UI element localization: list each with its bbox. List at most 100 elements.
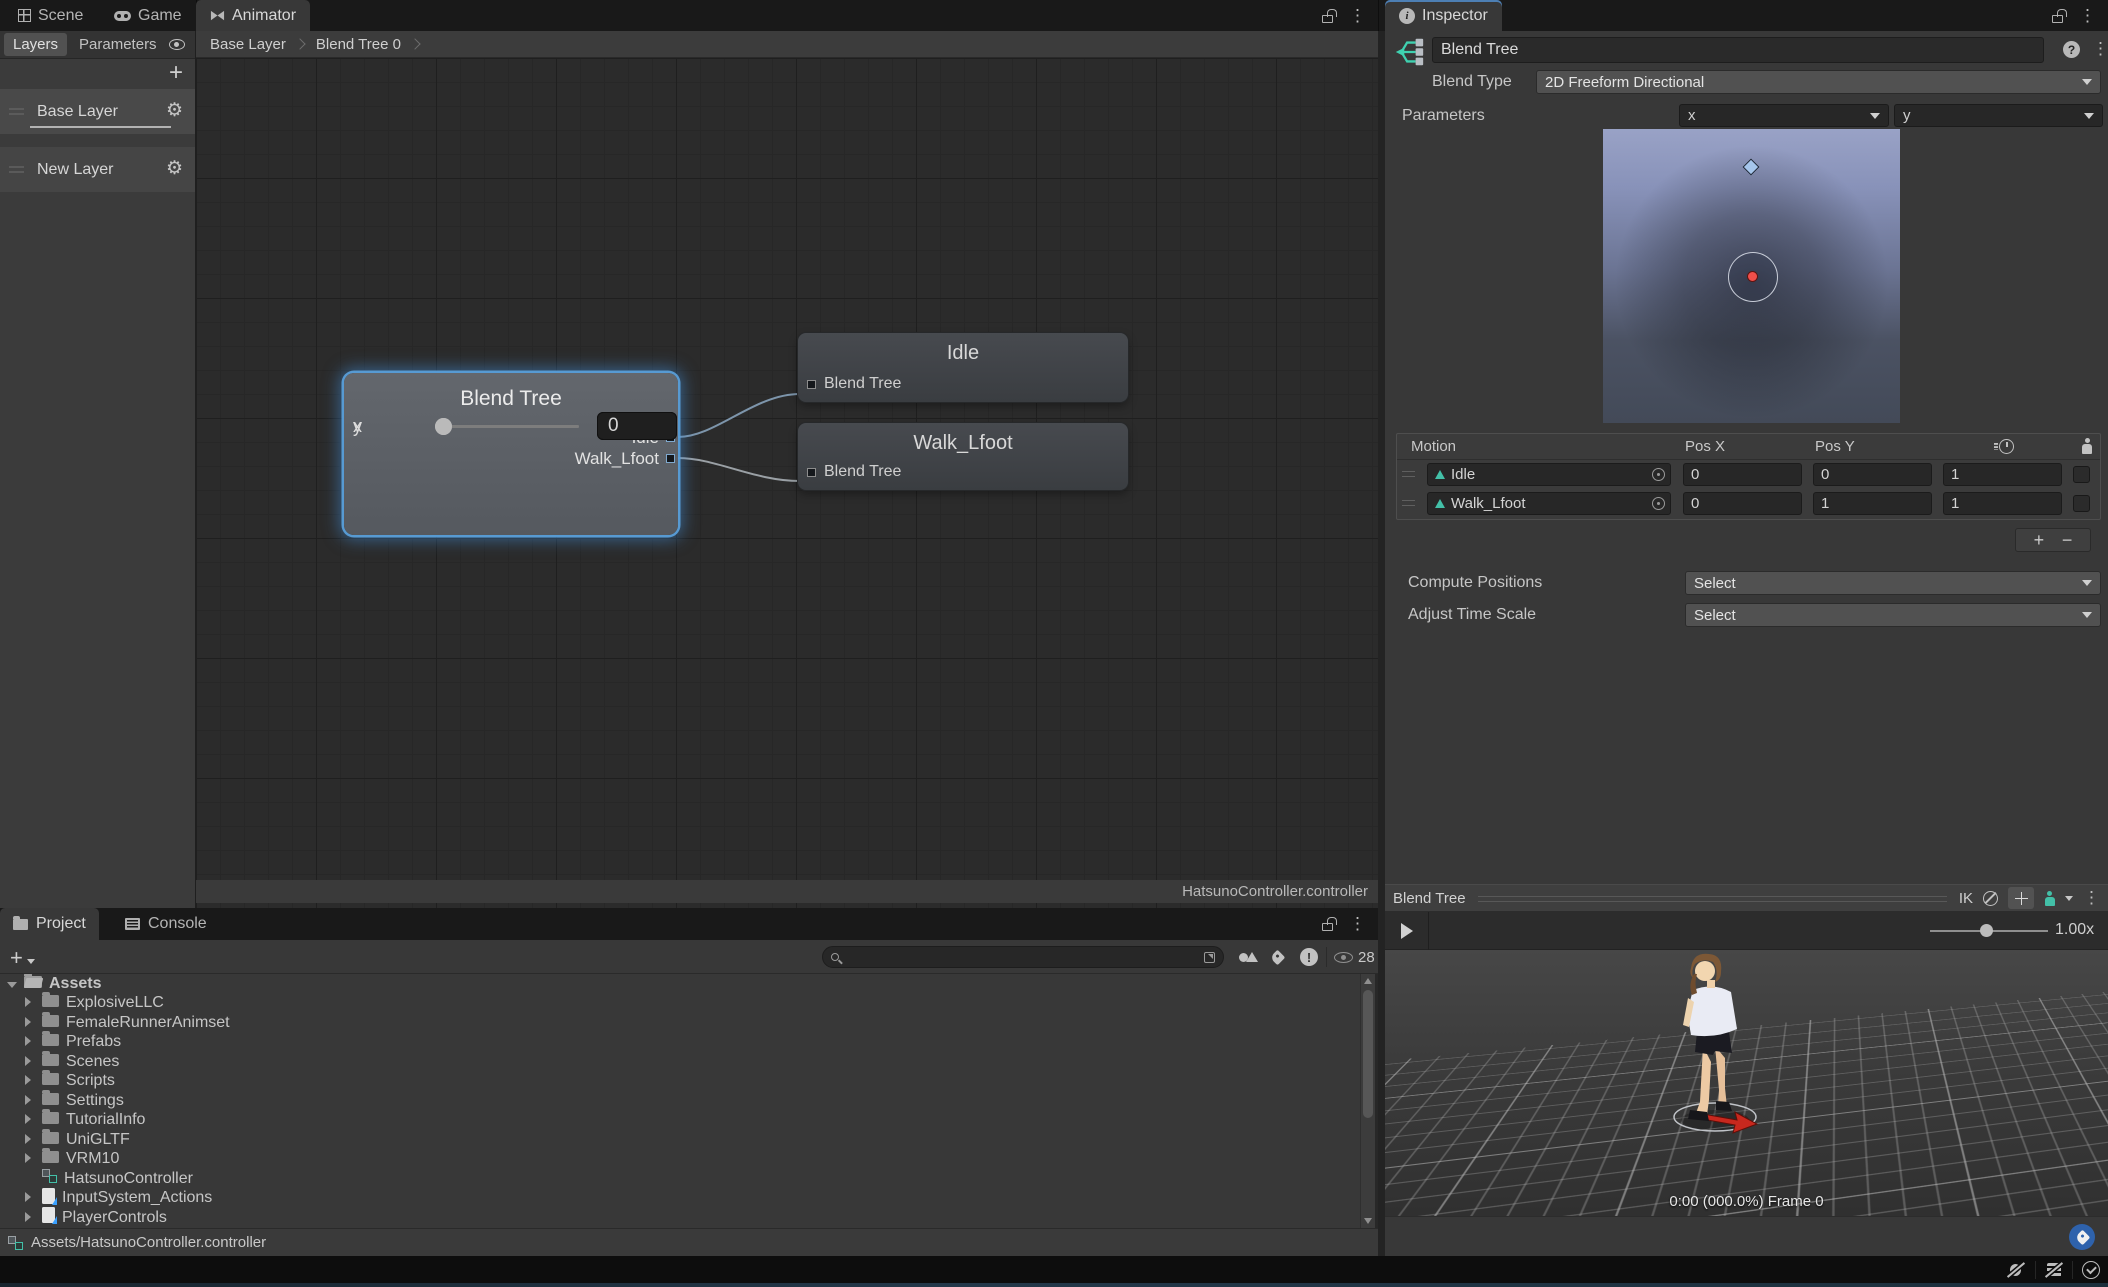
kebab-menu-icon[interactable]: ⋮ bbox=[1349, 914, 1366, 934]
scroll-up-arrow[interactable] bbox=[1364, 978, 1372, 984]
speed-field[interactable]: 1 bbox=[1943, 463, 2062, 486]
expand-arrow[interactable] bbox=[25, 1111, 36, 1129]
object-picker-icon[interactable] bbox=[1652, 497, 1665, 510]
input-port[interactable] bbox=[807, 468, 816, 477]
breadcrumb-item[interactable]: Base Layer bbox=[210, 36, 316, 53]
blend-tree-node[interactable]: Blend Tree Idle Walk_Lfoot x 0 bbox=[344, 373, 678, 535]
unlock-icon[interactable] bbox=[2052, 15, 2063, 23]
motion-point-marker[interactable] bbox=[1742, 158, 1759, 175]
avatar-icon[interactable] bbox=[2044, 891, 2055, 906]
open-search-window-icon[interactable] bbox=[1204, 952, 1215, 963]
layer-item[interactable]: New Layer ⚙ bbox=[0, 147, 195, 192]
expand-arrow[interactable] bbox=[25, 994, 36, 1012]
hidden-count[interactable]: 28 bbox=[1334, 949, 1375, 966]
expand-arrow[interactable] bbox=[25, 1209, 36, 1227]
pos-x-field[interactable]: 0 bbox=[1683, 492, 1802, 515]
pos-x-field[interactable]: 0 bbox=[1683, 463, 1802, 486]
mirror-checkbox[interactable] bbox=[2073, 466, 2090, 483]
expand-arrow[interactable] bbox=[7, 975, 18, 993]
motion-object-field[interactable]: Walk_Lfoot bbox=[1427, 492, 1671, 515]
parameter-y-dropdown[interactable]: y bbox=[1894, 104, 2103, 127]
add-motion-button[interactable]: + bbox=[2034, 530, 2045, 551]
ik-toggle[interactable]: IK bbox=[1959, 890, 1973, 907]
kebab-menu-icon[interactable]: ⋮ bbox=[2092, 39, 2108, 59]
mirror-checkbox[interactable] bbox=[2073, 495, 2090, 512]
search-by-label-button[interactable] bbox=[1264, 947, 1290, 967]
output-port[interactable] bbox=[666, 454, 675, 463]
tree-row[interactable]: UniGLTF bbox=[0, 1130, 1360, 1150]
tab-console[interactable]: Console bbox=[112, 908, 220, 940]
state-node[interactable]: Walk_Lfoot Blend Tree bbox=[798, 423, 1128, 490]
expand-arrow[interactable] bbox=[25, 1189, 36, 1207]
tree-row[interactable]: InputSystem_Actions bbox=[0, 1189, 1360, 1209]
unlock-icon[interactable] bbox=[1322, 923, 1333, 931]
chevron-down-icon[interactable] bbox=[2065, 896, 2073, 901]
preview-3d-viewport[interactable]: 0:00 (000.0%) Frame 0 bbox=[1385, 950, 2108, 1216]
create-asset-button[interactable]: + bbox=[10, 945, 35, 971]
drag-area[interactable] bbox=[1478, 896, 1947, 902]
search-input[interactable] bbox=[845, 949, 1198, 965]
tab-animator[interactable]: Animator bbox=[196, 0, 310, 31]
motion-object-field[interactable]: Idle bbox=[1427, 463, 1671, 486]
drag-handle-icon[interactable] bbox=[1402, 471, 1415, 477]
drag-handle-icon[interactable] bbox=[9, 108, 24, 115]
compute-positions-dropdown[interactable]: Select bbox=[1685, 571, 2101, 595]
asset-label-button[interactable] bbox=[2069, 1224, 2095, 1250]
play-button[interactable] bbox=[1385, 912, 1429, 950]
panel-splitter[interactable] bbox=[1378, 31, 1385, 1256]
tree-row[interactable]: Prefabs bbox=[0, 1033, 1360, 1053]
tree-row[interactable]: Assets bbox=[0, 974, 1360, 994]
drag-handle-icon[interactable] bbox=[9, 166, 24, 173]
tab-inspector[interactable]: i Inspector bbox=[1385, 0, 1502, 31]
2d-disabled-toggle[interactable] bbox=[1983, 891, 1998, 906]
drag-handle-icon[interactable] bbox=[1402, 500, 1415, 506]
expand-arrow[interactable] bbox=[25, 1014, 36, 1032]
importance-filter-button[interactable]: ! bbox=[1296, 947, 1322, 967]
slider-knob[interactable] bbox=[1980, 924, 1993, 937]
object-name-field[interactable]: Blend Tree bbox=[1432, 37, 2044, 63]
tab-layers[interactable]: Layers bbox=[4, 33, 67, 56]
tree-row[interactable]: Settings bbox=[0, 1091, 1360, 1111]
tab-project[interactable]: Project bbox=[0, 908, 99, 940]
layer-item[interactable]: Base Layer ⚙ bbox=[0, 89, 195, 134]
eye-icon[interactable] bbox=[169, 39, 185, 50]
kebab-menu-icon[interactable]: ⋮ bbox=[1349, 6, 1366, 26]
param-slider[interactable] bbox=[443, 425, 579, 428]
cache-disabled-icon[interactable] bbox=[2045, 1262, 2063, 1278]
blend-space-diagram[interactable] bbox=[1603, 129, 1900, 423]
blend-type-dropdown[interactable]: 2D Freeform Directional bbox=[1536, 70, 2101, 94]
speed-field[interactable]: 1 bbox=[1943, 492, 2062, 515]
expand-arrow[interactable] bbox=[25, 1150, 36, 1168]
kebab-menu-icon[interactable]: ⋮ bbox=[2083, 888, 2100, 908]
gear-icon[interactable]: ⚙ bbox=[166, 101, 183, 120]
input-port[interactable] bbox=[807, 380, 816, 389]
search-by-type-button[interactable] bbox=[1230, 947, 1256, 967]
object-picker-icon[interactable] bbox=[1652, 468, 1665, 481]
activity-ok-icon[interactable] bbox=[2082, 1261, 2100, 1279]
unlock-icon[interactable] bbox=[1322, 15, 1333, 23]
add-layer-button[interactable]: + bbox=[169, 63, 183, 83]
adjust-time-scale-dropdown[interactable]: Select bbox=[1685, 603, 2101, 627]
gear-icon[interactable]: ⚙ bbox=[166, 159, 183, 178]
parameter-x-dropdown[interactable]: x bbox=[1679, 104, 1889, 127]
tab-parameters[interactable]: Parameters bbox=[70, 33, 166, 56]
tree-row[interactable]: PlayerControls bbox=[0, 1208, 1360, 1228]
scrollbar-thumb[interactable] bbox=[1363, 990, 1373, 1118]
param-value-field[interactable]: 0 bbox=[597, 412, 677, 440]
scroll-down-arrow[interactable] bbox=[1364, 1218, 1372, 1224]
remove-motion-button[interactable]: − bbox=[2062, 530, 2073, 551]
breadcrumb-item[interactable]: Blend Tree 0 bbox=[316, 36, 431, 53]
pos-y-field[interactable]: 1 bbox=[1813, 492, 1932, 515]
tree-row[interactable]: ExplosiveLLC bbox=[0, 994, 1360, 1014]
tab-game[interactable]: Game bbox=[100, 0, 196, 31]
tree-row[interactable]: TutorialInfo bbox=[0, 1111, 1360, 1131]
tab-scene[interactable]: Scene bbox=[4, 0, 97, 31]
pivot-toggle[interactable] bbox=[2008, 887, 2034, 909]
expand-arrow[interactable] bbox=[25, 1053, 36, 1071]
pos-y-field[interactable]: 0 bbox=[1813, 463, 1932, 486]
tree-row[interactable]: Scenes bbox=[0, 1052, 1360, 1072]
expand-arrow[interactable] bbox=[25, 1092, 36, 1110]
state-node[interactable]: Idle Blend Tree bbox=[798, 333, 1128, 402]
tree-row[interactable]: Scripts bbox=[0, 1072, 1360, 1092]
expand-arrow[interactable] bbox=[25, 1170, 36, 1188]
